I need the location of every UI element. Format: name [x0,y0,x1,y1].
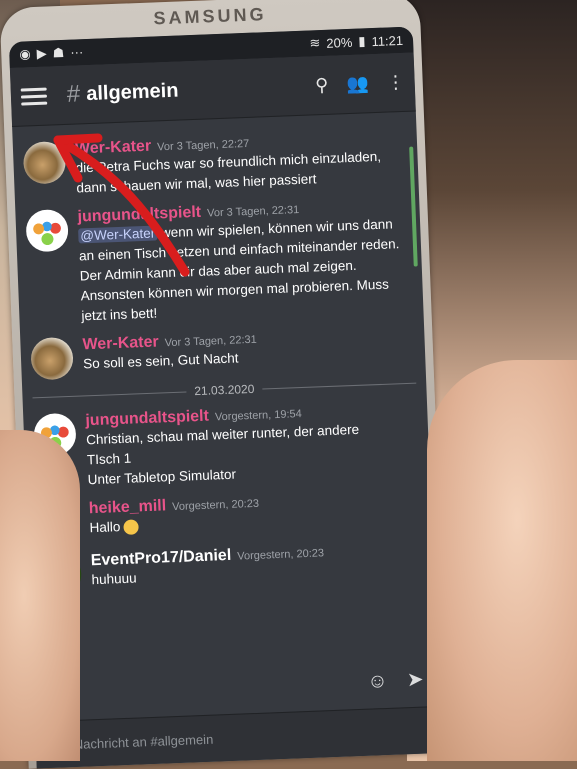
emoji-icon[interactable]: ☺ [367,670,388,694]
hand-left [0,430,80,761]
timestamp: Vorgestern, 19:54 [214,408,302,424]
members-icon[interactable]: 👥 [346,73,369,95]
date-divider: 21.03.2020 [32,376,417,405]
clock: 11:21 [371,32,404,49]
message-body: EventPro17/Daniel Vorgestern, 20:23 huhuu… [90,540,423,595]
more-icon[interactable]: ⋮ [386,71,405,93]
snapchat-icon: ☗ [52,44,65,61]
message: Wer-Kater Vor 3 Tagen, 22:27 die Petra Fu… [22,128,409,201]
battery-icon: ▮ [358,33,366,49]
avatar[interactable] [25,208,69,253]
timestamp: Vor 3 Tagen, 22:31 [206,203,300,220]
more-notifications-icon: ··· [69,44,84,60]
search-icon[interactable]: ⚲ [315,74,329,95]
whatsapp-icon: ◉ [19,46,31,62]
avatar[interactable] [30,336,74,381]
mention[interactable]: @Wer-Kater [78,225,158,244]
date-label: 21.03.2020 [194,381,255,399]
hamburger-icon[interactable] [20,87,48,106]
smile-emoji-icon [123,519,139,535]
message: jungundaltspielt Vorgestern, 19:54 Christ… [33,400,420,493]
send-icon[interactable]: ➤ [406,667,424,693]
timestamp: Vor 3 Tagen, 22:31 [164,333,258,350]
message-input[interactable]: Nachricht an #allgemein [74,723,428,751]
message: ☺ heike_millVorgestern, 20:23 Hallo [36,488,422,545]
author-name[interactable]: heike_mill [88,497,166,518]
message-text: @Wer-Kater wenn wir spielen, können wir … [78,214,414,327]
message-body: Wer-Kater Vor 3 Tagen, 22:27 die Petra Fu… [75,128,409,199]
status-right: ≋ 20% ▮ 11:21 [309,32,403,52]
message-body: heike_mill Vorgestern, 20:23 Hallo [88,488,421,543]
message: EventPro17/Daniel Vorgestern, 20:23 huhuu… [38,540,424,597]
hand-right [427,360,577,761]
channel-name: allgemein [85,79,179,105]
message-body: jungundaltspielt Vorgestern, 19:54 Christ… [85,400,420,491]
wifi-icon: ≋ [309,35,321,51]
timestamp: Vorgestern, 20:23 [237,547,325,563]
battery-level: 20% [326,34,353,51]
timestamp: Vorgestern, 20:23 [171,497,260,514]
message-body: Wer-Kater Vor 3 Tagen, 22:31 So soll es s… [82,324,415,379]
hash-icon: # [66,80,81,108]
message-body: jungundaltspielt Vor 3 Tagen, 22:31 @Wer-… [77,196,413,327]
timestamp: Vor 3 Tagen, 22:27 [156,137,250,154]
play-icon: ▶ [36,45,47,61]
composer: + Nachricht an #allgemein [34,705,441,769]
avatar[interactable] [22,140,67,185]
message: Wer-Kater Vor 3 Tagen, 22:31 So soll es s… [30,324,415,381]
message: jungundaltspielt Vor 3 Tagen, 22:31 @Wer-… [25,196,413,329]
